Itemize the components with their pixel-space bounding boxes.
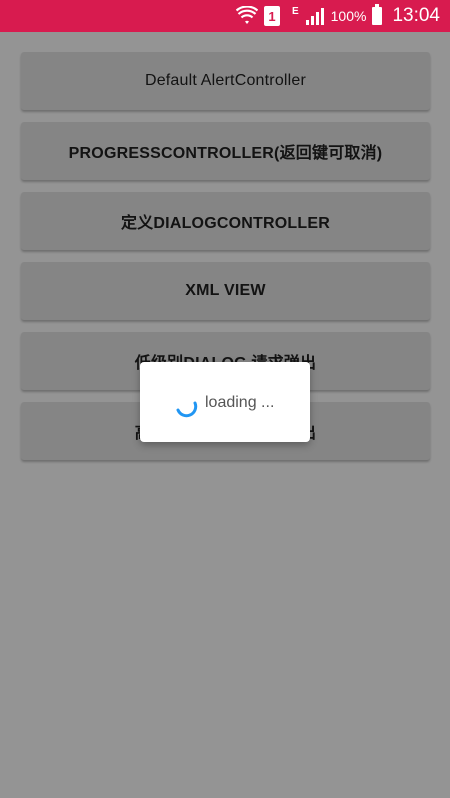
spinner-icon xyxy=(174,393,200,419)
wifi-icon xyxy=(235,6,258,26)
battery-icon xyxy=(372,4,383,25)
signal-icon xyxy=(305,7,325,25)
battery-percent: 100% xyxy=(330,8,367,24)
status-bar: 1 E 100% 13:04 xyxy=(0,0,450,32)
network-type: E xyxy=(291,6,299,17)
clock: 13:04 xyxy=(392,5,440,26)
loading-text: loading ... xyxy=(205,394,275,411)
sim-icon: 1 xyxy=(263,6,280,26)
